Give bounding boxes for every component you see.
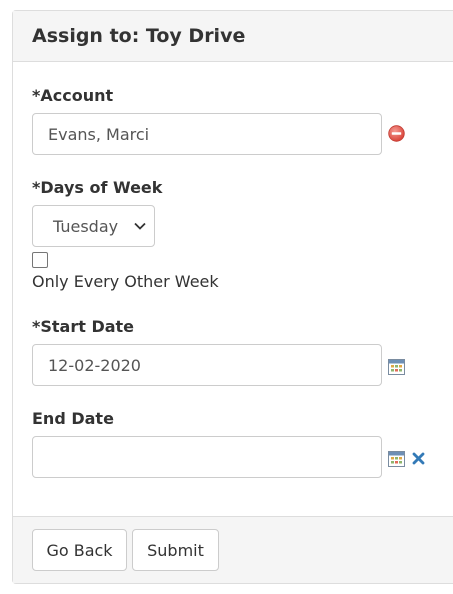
close-icon[interactable]: [412, 452, 425, 465]
minus-circle-icon[interactable]: [388, 125, 405, 142]
days-of-week-selected: Tuesday: [53, 216, 119, 236]
end-date-label: End Date: [32, 409, 114, 428]
panel-title: Assign to: Toy Drive: [13, 11, 453, 62]
start-date-field[interactable]: 12-02-2020: [32, 344, 382, 386]
start-date-label: *Start Date: [32, 317, 135, 336]
submit-button[interactable]: Submit: [132, 529, 219, 571]
account-field[interactable]: Evans, Marci: [32, 113, 382, 155]
end-date-field[interactable]: [32, 436, 382, 478]
assign-panel: Assign to: Toy Drive *Account Evans, Mar…: [12, 10, 453, 584]
days-of-week-label: *Days of Week: [32, 178, 163, 197]
panel-footer: Go Back Submit: [13, 516, 453, 583]
every-other-week-checkbox[interactable]: [32, 252, 48, 268]
go-back-button[interactable]: Go Back: [32, 529, 127, 571]
calendar-icon[interactable]: [388, 359, 405, 375]
account-label: *Account: [32, 86, 114, 105]
every-other-week-label: Only Every Other Week: [32, 272, 219, 291]
assign-form: *Account Evans, Marci *Days of Week Tues…: [13, 62, 453, 517]
days-of-week-select[interactable]: Tuesday: [32, 205, 155, 247]
chevron-down-icon: [134, 222, 146, 230]
calendar-icon[interactable]: [388, 451, 405, 467]
